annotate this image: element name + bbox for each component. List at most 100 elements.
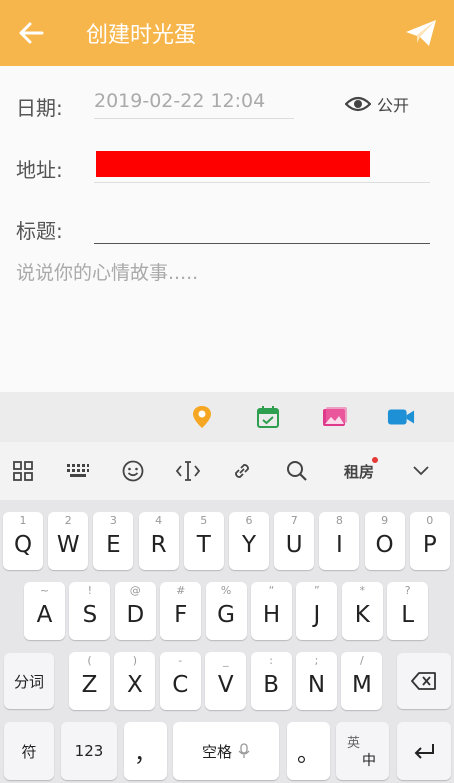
key-y[interactable]: 6Y <box>229 512 269 570</box>
key-c[interactable]: -C <box>159 652 201 710</box>
space-key-label: 空格 <box>201 742 232 761</box>
key-n[interactable]: ; N <box>296 652 337 710</box>
key-label: F <box>174 602 188 628</box>
key-hint: ) <box>132 654 138 667</box>
key-label: S <box>82 602 98 628</box>
lang-chinese-label: 中 <box>362 753 376 769</box>
key-m[interactable]: / M <box>341 652 383 710</box>
keyboard-layout-button[interactable] <box>46 442 110 500</box>
story-input[interactable]: 说说你的心情故事..... <box>16 258 198 285</box>
image-button[interactable] <box>321 404 349 430</box>
key-g[interactable]: % G <box>205 582 247 640</box>
key-z[interactable]: (Z <box>69 652 110 710</box>
key-hint: @ <box>129 584 141 597</box>
key-b[interactable]: :B <box>250 652 292 710</box>
back-button[interactable] <box>0 0 62 66</box>
key-u[interactable]: 7U <box>274 512 315 570</box>
key-hint: : <box>269 654 273 667</box>
key-hint: 9 <box>381 514 389 527</box>
emoji-button[interactable] <box>110 442 156 500</box>
image-icon <box>323 407 347 426</box>
key-label: T <box>196 532 211 558</box>
key-h[interactable]: “H <box>251 582 292 640</box>
link-button[interactable] <box>220 442 264 500</box>
video-button[interactable] <box>387 404 415 430</box>
key-p[interactable]: 0P <box>409 512 450 570</box>
cursor-button[interactable] <box>156 442 220 500</box>
key-hint: ! <box>87 584 93 597</box>
symbol-key[interactable]: 符 <box>4 722 54 780</box>
period-key[interactable]: 。 <box>287 722 330 780</box>
key-d[interactable]: @ D <box>114 582 156 640</box>
calendar-button[interactable] <box>254 404 282 430</box>
key-label: X <box>127 672 143 698</box>
key-r[interactable]: 4R <box>138 512 179 570</box>
number-key[interactable]: 123 <box>61 722 117 780</box>
keyboard-icon <box>67 464 89 477</box>
enter-icon <box>414 744 434 759</box>
app-header: 创建时光蛋 <box>0 0 454 66</box>
key-f[interactable]: # F <box>160 582 202 640</box>
key-hint: 5 <box>200 514 208 527</box>
key-k[interactable]: * K <box>341 582 383 640</box>
backspace-key[interactable] <box>397 653 451 709</box>
key-x[interactable]: ) X <box>114 652 156 710</box>
notification-dot <box>372 457 378 463</box>
send-button[interactable] <box>402 14 440 52</box>
backspace-icon <box>411 672 436 690</box>
key-j[interactable]: ” J <box>296 582 338 640</box>
eye-icon <box>345 96 371 112</box>
video-camera-icon <box>387 409 415 425</box>
key-t[interactable]: 5T <box>183 512 224 570</box>
key-e[interactable]: 3E <box>93 512 134 570</box>
language-switch-key[interactable]: 英 中 <box>336 722 389 780</box>
search-button[interactable] <box>264 442 330 500</box>
apps-button[interactable] <box>0 442 46 500</box>
key-v[interactable]: _ V <box>205 652 247 710</box>
enter-key[interactable] <box>397 722 451 780</box>
key-hint: 0 <box>426 514 434 527</box>
key-o[interactable]: 9O <box>364 512 405 570</box>
key-label: I <box>335 532 343 558</box>
key-hint: % <box>220 584 232 597</box>
date-field[interactable]: 2019-02-22 12:04 <box>94 90 294 119</box>
key-a[interactable]: ~ A <box>24 582 65 640</box>
key-label: E <box>106 532 121 558</box>
space-key[interactable]: 空格 <box>173 722 279 780</box>
key-label: P <box>422 532 437 558</box>
attachment-bar <box>0 392 454 442</box>
handwriting-button[interactable]: 租房 <box>330 442 388 500</box>
key-q[interactable]: 1Q <box>3 512 43 570</box>
date-label: 日期: <box>16 96 63 120</box>
key-hint: 2 <box>64 514 72 527</box>
visibility-toggle[interactable]: 公开 <box>345 92 409 116</box>
title-field[interactable] <box>94 214 430 244</box>
key-label: G <box>217 602 235 628</box>
address-field[interactable] <box>94 182 430 183</box>
emoji-icon <box>122 460 144 482</box>
link-icon <box>235 464 249 478</box>
handwriting-icon: 租房 <box>343 462 374 481</box>
key-label: A <box>36 602 53 628</box>
keyboard-toolbar: 租房 <box>0 442 454 500</box>
title-label: 标题: <box>16 219 63 243</box>
key-i[interactable]: 8I <box>319 512 360 570</box>
key-hint: / <box>360 654 364 667</box>
calendar-check-icon <box>257 406 279 428</box>
location-button[interactable] <box>188 404 216 430</box>
location-pin-icon <box>193 406 211 428</box>
key-label: B <box>263 672 279 698</box>
paper-plane-icon <box>406 20 436 46</box>
address-label: 地址: <box>16 158 63 182</box>
key-hint: ” <box>314 584 320 597</box>
key-label: Y <box>241 532 257 558</box>
period-key-label: 。 <box>297 741 320 767</box>
key-w[interactable]: 2W <box>48 512 89 570</box>
split-key[interactable]: 分词 <box>4 653 54 709</box>
key-label: V <box>217 672 234 698</box>
key-hint: ; <box>314 654 319 667</box>
key-s[interactable]: ! S <box>69 582 111 640</box>
comma-key[interactable]: ， <box>124 722 167 780</box>
collapse-keyboard-button[interactable] <box>388 442 454 500</box>
key-l[interactable]: ? L <box>387 582 429 640</box>
